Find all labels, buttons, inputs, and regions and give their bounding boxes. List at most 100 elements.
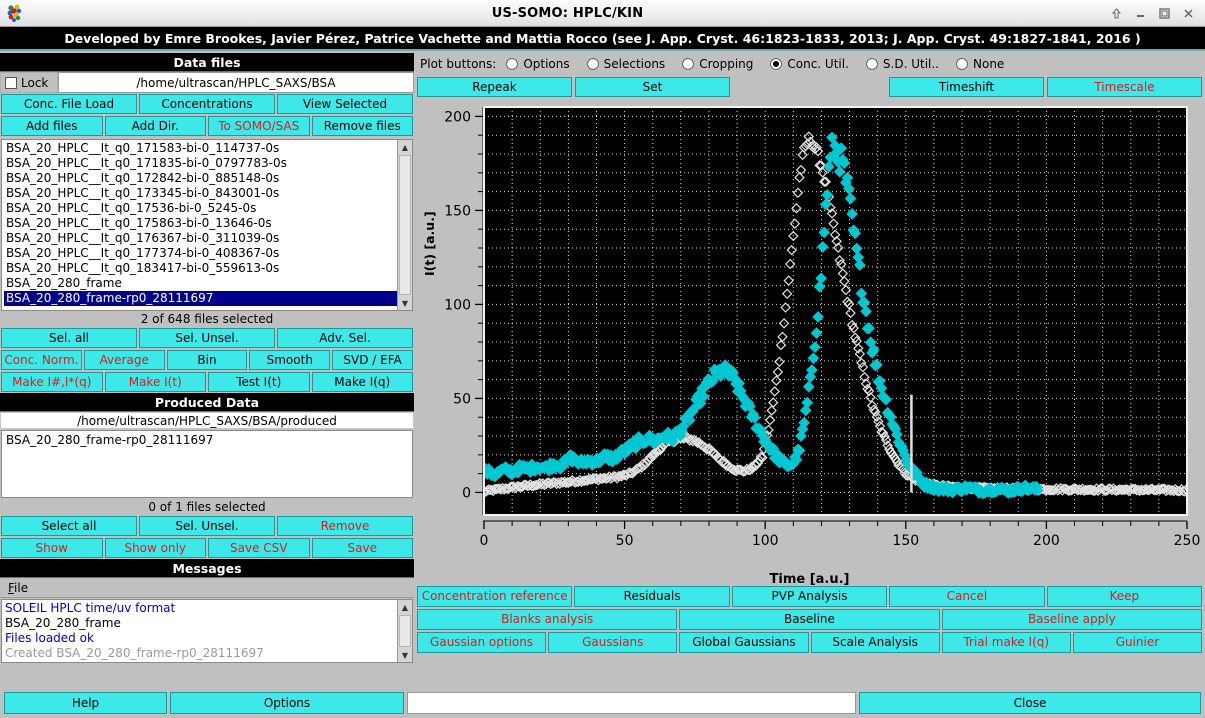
- scroll-down-icon[interactable]: ▼: [398, 296, 412, 310]
- trial-make-iq-button[interactable]: Trial make I(q): [942, 632, 1071, 653]
- timeshift-button[interactable]: Timeshift: [889, 77, 1044, 97]
- messages-scroll-down-icon[interactable]: ▼: [398, 648, 412, 662]
- add-files-button[interactable]: Add files: [1, 116, 103, 136]
- cancel-button[interactable]: Cancel: [889, 586, 1044, 607]
- close-icon[interactable]: [1177, 3, 1199, 23]
- list-item[interactable]: BSA_20_HPLC__It_q0_171835-bi-0_0797783-0…: [4, 156, 397, 171]
- list-item[interactable]: BSA_20_HPLC__It_q0_17536-bi-0_5245-0s: [4, 201, 397, 216]
- blanks-analysis-button[interactable]: Blanks analysis: [417, 609, 677, 630]
- gaussians-button[interactable]: Gaussians: [548, 632, 677, 653]
- plot-button-option-s-d-util[interactable]: S.D. Util..: [866, 57, 939, 71]
- adv-sel-button[interactable]: Adv. Sel.: [277, 328, 413, 348]
- sel-unsel-button[interactable]: Sel. Unsel.: [139, 328, 275, 348]
- produced-data-list-items[interactable]: BSA_20_280_frame-rp0_28111697: [4, 433, 410, 448]
- repeak-button[interactable]: Repeak: [417, 77, 572, 97]
- conc-norm-button[interactable]: Conc. Norm.: [1, 350, 82, 370]
- shade-icon[interactable]: [1105, 3, 1127, 23]
- concentrations-button[interactable]: Concentrations: [139, 94, 275, 114]
- plot-button-option-selections[interactable]: Selections: [587, 57, 666, 71]
- view-selected-button[interactable]: View Selected: [277, 94, 413, 114]
- radio-icon[interactable]: [506, 58, 518, 70]
- select-all-button[interactable]: Select all: [1, 516, 137, 536]
- prod-sel-unsel-button[interactable]: Sel. Unsel.: [139, 516, 275, 536]
- messages-file-menu[interactable]: File: [8, 581, 28, 595]
- baseline-button[interactable]: Baseline: [679, 609, 939, 630]
- residuals-button[interactable]: Residuals: [574, 586, 729, 607]
- show-button[interactable]: Show: [1, 538, 103, 558]
- svg-text:200: 200: [1033, 533, 1060, 549]
- status-field[interactable]: [407, 692, 856, 714]
- list-item[interactable]: BSA_20_280_frame-rp0_28111697: [4, 291, 397, 306]
- plot-buttons-radio-group[interactable]: Options Selections Cropping Conc. Util. S.D.…: [506, 57, 1021, 71]
- set-button[interactable]: Set: [575, 77, 730, 97]
- keep-button[interactable]: Keep: [1047, 586, 1202, 607]
- lock-checkbox[interactable]: Lock: [0, 72, 58, 93]
- scroll-thumb[interactable]: [399, 155, 411, 295]
- make-it-button[interactable]: Make I(t): [105, 372, 207, 392]
- smooth-button[interactable]: Smooth: [249, 350, 330, 370]
- radio-icon[interactable]: [682, 58, 694, 70]
- lock-checkbox-box[interactable]: [5, 77, 17, 89]
- sel-all-button[interactable]: Sel. all: [1, 328, 137, 348]
- scroll-up-icon[interactable]: ▲: [398, 140, 412, 154]
- messages-scroll-thumb[interactable]: [399, 615, 411, 647]
- list-item[interactable]: BSA_20_280_frame-rp0_28111697: [4, 433, 410, 448]
- timescale-button[interactable]: Timescale: [1047, 77, 1202, 97]
- add-dir-button[interactable]: Add Dir.: [105, 116, 207, 136]
- window-controls: [1105, 3, 1205, 23]
- maximize-icon[interactable]: [1153, 3, 1175, 23]
- chart-canvas[interactable]: 050100150200250050100150200: [418, 101, 1201, 563]
- show-only-button[interactable]: Show only: [105, 538, 207, 558]
- baseline-apply-button[interactable]: Baseline apply: [942, 609, 1202, 630]
- global-gaussians-button[interactable]: Global Gaussians: [679, 632, 808, 653]
- data-files-list[interactable]: BSA_20_HPLC__It_q0_171583-bi-0_114737-0s…: [1, 139, 413, 311]
- close-button[interactable]: Close: [859, 692, 1201, 714]
- list-item[interactable]: BSA_20_HPLC__It_q0_171583-bi-0_114737-0s: [4, 141, 397, 156]
- gaussian-options-button[interactable]: Gaussian options: [417, 632, 546, 653]
- list-item[interactable]: BSA_20_HPLC__It_q0_175863-bi-0_13646-0s: [4, 216, 397, 231]
- molecule-icon: [0, 0, 30, 27]
- scale-analysis-button[interactable]: Scale Analysis: [811, 632, 940, 653]
- plot-button-option-options[interactable]: Options: [506, 57, 569, 71]
- data-files-path[interactable]: /home/ultrascan/HPLC_SAXS/BSA: [58, 72, 414, 93]
- messages-box[interactable]: SOLEIL HPLC time/uv formatBSA_20_280_fra…: [1, 599, 413, 663]
- radio-icon[interactable]: [587, 58, 599, 70]
- plot-button-option-none[interactable]: None: [956, 57, 1004, 71]
- test-it-button[interactable]: Test I(t): [208, 372, 310, 392]
- radio-icon[interactable]: [866, 58, 878, 70]
- list-item[interactable]: BSA_20_HPLC__It_q0_172842-bi-0_885148-0s: [4, 171, 397, 186]
- radio-icon[interactable]: [770, 58, 782, 70]
- remove-files-button[interactable]: Remove files: [312, 116, 414, 136]
- make-iq-button[interactable]: Make I(q): [312, 372, 414, 392]
- list-item[interactable]: BSA_20_HPLC__It_q0_176367-bi-0_311039-0s: [4, 231, 397, 246]
- plot-button-option-conc-util[interactable]: Conc. Util.: [770, 57, 849, 71]
- save-csv-button[interactable]: Save CSV: [208, 538, 310, 558]
- conc-file-load-button[interactable]: Conc. File Load: [1, 94, 137, 114]
- data-files-list-items[interactable]: BSA_20_HPLC__It_q0_171583-bi-0_114737-0s…: [2, 140, 397, 310]
- radio-icon[interactable]: [956, 58, 968, 70]
- concentration-reference-button[interactable]: Concentration reference: [417, 586, 572, 607]
- make-i-star-q-button[interactable]: Make I#,I*(q): [1, 372, 103, 392]
- minimize-icon[interactable]: [1129, 3, 1151, 23]
- plot-button-option-cropping[interactable]: Cropping: [682, 57, 753, 71]
- messages-scrollbar[interactable]: ▲ ▼: [397, 600, 412, 662]
- to-somo-sas-button[interactable]: To SOMO/SAS: [208, 116, 310, 136]
- guinier-button[interactable]: Guinier: [1073, 632, 1202, 653]
- remove-button[interactable]: Remove: [277, 516, 413, 536]
- svd-efa-button[interactable]: SVD / EFA: [332, 350, 413, 370]
- messages-scroll-up-icon[interactable]: ▲: [398, 600, 412, 614]
- pvp-analysis-button[interactable]: PVP Analysis: [732, 586, 887, 607]
- bin-button[interactable]: Bin: [167, 350, 248, 370]
- data-files-scrollbar[interactable]: ▲ ▼: [397, 140, 412, 310]
- list-item[interactable]: BSA_20_HPLC__It_q0_173345-bi-0_843001-0s: [4, 186, 397, 201]
- list-item[interactable]: BSA_20_HPLC__It_q0_183417-bi-0_559613-0s: [4, 261, 397, 276]
- help-button[interactable]: Help: [4, 692, 167, 714]
- list-item[interactable]: BSA_20_280_frame: [4, 276, 397, 291]
- average-button[interactable]: Average: [84, 350, 165, 370]
- options-button[interactable]: Options: [170, 692, 404, 714]
- plot-area[interactable]: I(t) [a.u.] 050100150200250050100150200 …: [418, 101, 1201, 585]
- save-button[interactable]: Save: [312, 538, 414, 558]
- produced-data-list[interactable]: BSA_20_280_frame-rp0_28111697: [1, 430, 413, 498]
- list-item[interactable]: BSA_20_HPLC__It_q0_177374-bi-0_408367-0s: [4, 246, 397, 261]
- left-panel: Data files Lock /home/ultrascan/HPLC_SAX…: [0, 53, 414, 685]
